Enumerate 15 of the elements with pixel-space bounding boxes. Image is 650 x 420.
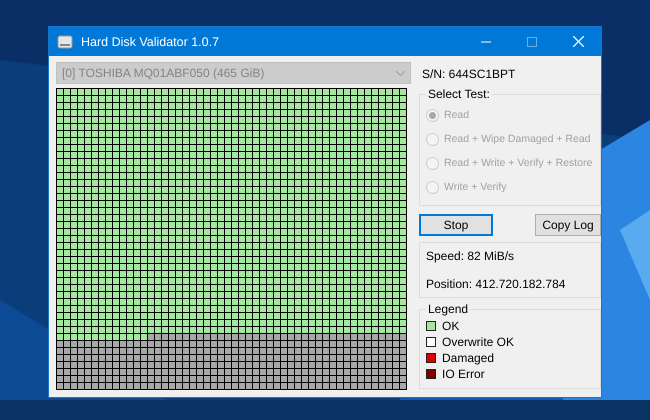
legend-label: Overwrite OK (442, 335, 514, 349)
legend-label: IO Error (442, 367, 485, 381)
window-title: Hard Disk Validator 1.0.7 (81, 34, 220, 48)
serial-number: S/N: 644SC1BPT (421, 66, 516, 83)
stat-text: Position: 412.720.182.784 (426, 277, 566, 291)
legend-label: Damaged (442, 351, 494, 365)
chevron-icon (396, 70, 405, 76)
maximize-icon (527, 36, 537, 46)
copy-log-button[interactable]: Copy Log (535, 214, 601, 236)
group-title: Legend (427, 302, 470, 316)
stop-button[interactable]: Stop (419, 214, 493, 236)
group-title: Select Test: (427, 87, 491, 101)
close-icon (572, 36, 584, 47)
stat-text: Speed: 82 MiB/s (426, 249, 516, 263)
legend-label: OK (442, 319, 460, 333)
